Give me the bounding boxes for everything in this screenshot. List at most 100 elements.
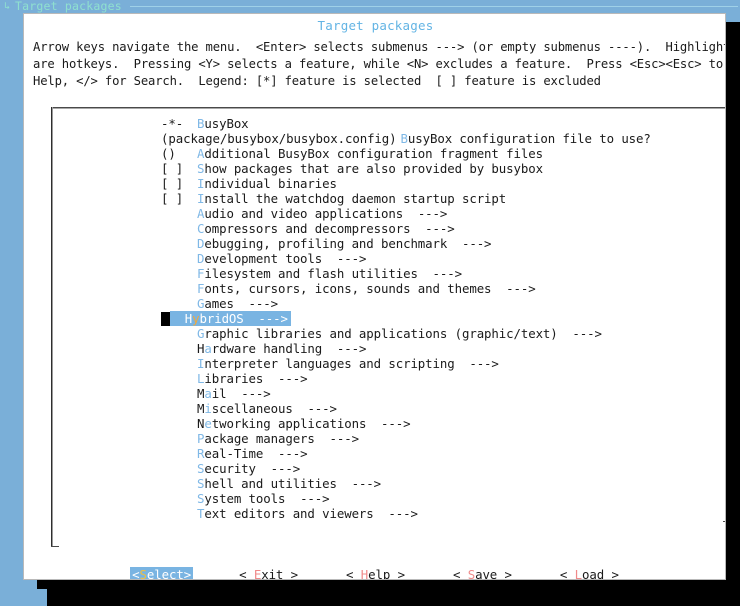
- menu-item[interactable]: Text editors and viewers --->: [161, 506, 721, 521]
- submenu-arrow-icon: --->: [255, 461, 301, 476]
- hotkey-letter: R: [197, 446, 205, 461]
- submenu-arrow-icon: --->: [263, 446, 308, 461]
- menu-item[interactable]: Miscellaneous --->: [161, 401, 721, 416]
- menu-item[interactable]: Package managers --->: [161, 431, 721, 446]
- hotkey-letter: D: [197, 236, 205, 251]
- hotkey-letter: i: [204, 401, 212, 416]
- hotkey-letter: L: [574, 567, 583, 580]
- menu-item[interactable]: Shell and utilities --->: [161, 476, 721, 491]
- menu-item-state-marker: [ ]: [161, 161, 184, 176]
- hotkey-letter: G: [197, 296, 205, 311]
- menu-item[interactable]: [ ] Individual binaries: [161, 176, 721, 191]
- submenu-arrow-icon: --->: [322, 341, 367, 356]
- hotkey-letter: a: [204, 386, 212, 401]
- menu-item-state-marker: [ ]: [161, 176, 184, 191]
- menu-item-label: Audio and video applications --->: [197, 206, 448, 221]
- menu-list-frame: -*- BusyBox (package/busybox/busybox.confi…: [51, 107, 725, 547]
- hotkey-letter: I: [197, 356, 205, 371]
- hotkey-letter: S: [197, 161, 205, 176]
- hotkey-letter: C: [197, 221, 205, 236]
- hotkey-letter: L: [197, 371, 205, 386]
- menu-item-label: Hardware handling --->: [197, 341, 367, 356]
- submenu-arrow-icon: --->: [285, 491, 330, 506]
- menu-item[interactable]: Graphic libraries and applications (grap…: [161, 326, 721, 341]
- menu-item[interactable]: Hardware handling --->: [161, 341, 721, 356]
- submenu-arrow-icon: --->: [336, 476, 382, 491]
- hotkey-letter: F: [197, 266, 205, 281]
- hotkey-letter: S: [197, 491, 205, 506]
- submenu-arrow-icon: --->: [417, 266, 463, 281]
- menu-item-label: System tools --->: [197, 491, 330, 506]
- hotkey-letter: e: [204, 416, 212, 431]
- menu-item[interactable]: [ ] Show packages that are also provided …: [161, 161, 721, 176]
- menu-item-label: Mail --->: [197, 386, 271, 401]
- menu-item-state-marker: (): [161, 146, 176, 161]
- breadcrumb-bar: ↳ Target packages: [0, 0, 740, 13]
- menu-item[interactable]: Games --->: [161, 296, 721, 311]
- menu-item-label: Libraries --->: [197, 371, 308, 386]
- menu-item-label: Games --->: [197, 296, 278, 311]
- menu-item[interactable]: Filesystem and flash utilities --->: [161, 266, 721, 281]
- frame-bottom-left-tick: [51, 546, 59, 547]
- menu-item[interactable]: () Additional BusyBox configuration fragm…: [161, 146, 721, 161]
- menu-item-label: Additional BusyBox configuration fragmen…: [197, 146, 543, 161]
- menu-item[interactable]: -*- BusyBox: [161, 116, 721, 131]
- submenu-arrow-icon: --->: [314, 431, 360, 446]
- menu-item-label: Shell and utilities --->: [197, 476, 382, 491]
- menu-item[interactable]: Mail --->: [161, 386, 721, 401]
- menu-item[interactable]: Fonts, cursors, icons, sounds and themes…: [161, 281, 721, 296]
- menu-item-label: Graphic libraries and applications (grap…: [197, 326, 602, 341]
- menu-item[interactable]: Compressors and decompressors --->: [161, 221, 721, 236]
- hotkey-letter: y: [192, 311, 200, 326]
- submenu-arrow-icon: --->: [454, 356, 499, 371]
- menu-item-selected[interactable]: HybridOS --->: [161, 311, 721, 326]
- menu-item-label: Individual binaries: [197, 176, 337, 191]
- frame-right-tick: [723, 521, 725, 522]
- submenu-arrow-icon: --->: [243, 311, 288, 326]
- menu-item[interactable]: Real-Time --->: [161, 446, 721, 461]
- menu-item[interactable]: Audio and video applications --->: [161, 206, 721, 221]
- save-button[interactable]: < Save >: [453, 567, 512, 579]
- submenu-arrow-icon: --->: [233, 296, 279, 311]
- hotkey-letter: A: [197, 206, 205, 221]
- hotkey-letter: A: [197, 146, 205, 161]
- menu-item[interactable]: Debugging, profiling and benchmark --->: [161, 236, 721, 251]
- menu-item[interactable]: Libraries --->: [161, 371, 721, 386]
- menu-item[interactable]: (package/busybox/busybox.config) BusyBox …: [161, 131, 721, 146]
- frame-left-rule-highlight: [52, 107, 53, 547]
- cursor-block-icon: [161, 312, 170, 326]
- submenu-arrow-icon: --->: [373, 506, 418, 521]
- breadcrumb-arrow-icon: ↳: [4, 1, 11, 12]
- help-button[interactable]: < Help >: [346, 567, 405, 579]
- menu-item-label: Interpreter languages and scripting --->: [197, 356, 499, 371]
- help-line: Help, </> for Search. Legend: [*] featur…: [33, 74, 601, 88]
- submenu-arrow-icon: --->: [322, 251, 367, 266]
- hotkey-letter: B: [400, 131, 408, 146]
- menu-item-label: Real-Time --->: [197, 446, 308, 461]
- menu-item[interactable]: [ ] Install the watchdog daemon startup s…: [161, 191, 721, 206]
- menu-item-label: HybridOS --->: [170, 311, 291, 326]
- load-button[interactable]: < Load >: [560, 567, 619, 580]
- menu-item[interactable]: System tools --->: [161, 491, 721, 506]
- button-bar: <Select> < Exit > < Help > < Save > < Load >: [24, 567, 725, 580]
- submenu-arrow-icon: --->: [447, 236, 492, 251]
- exit-button[interactable]: < Exit >: [239, 567, 298, 579]
- hotkey-letter: S: [197, 476, 205, 491]
- hotkey-letter: G: [197, 326, 205, 341]
- menu-item[interactable]: Networking applications --->: [161, 416, 721, 431]
- submenu-arrow-icon: --->: [491, 281, 536, 296]
- menu-list[interactable]: -*- BusyBox (package/busybox/busybox.confi…: [161, 116, 721, 521]
- menu-item[interactable]: Interpreter languages and scripting --->: [161, 356, 721, 371]
- menu-item-label: Development tools --->: [197, 251, 367, 266]
- menu-item-label: Compressors and decompressors --->: [197, 221, 455, 236]
- terminal-bottom-left-gap: [0, 589, 47, 606]
- hotkey-letter: F: [197, 281, 205, 296]
- menu-item[interactable]: Security --->: [161, 461, 721, 476]
- menu-item-state-marker: [ ]: [161, 191, 184, 206]
- menu-item[interactable]: Development tools --->: [161, 251, 721, 266]
- help-line: Arrow keys navigate the menu. <Enter> se…: [33, 40, 726, 54]
- hotkey-letter: T: [197, 506, 205, 521]
- select-button[interactable]: <Select>: [130, 567, 194, 579]
- submenu-arrow-icon: --->: [410, 221, 455, 236]
- terminal-bottom-strip: [0, 589, 740, 606]
